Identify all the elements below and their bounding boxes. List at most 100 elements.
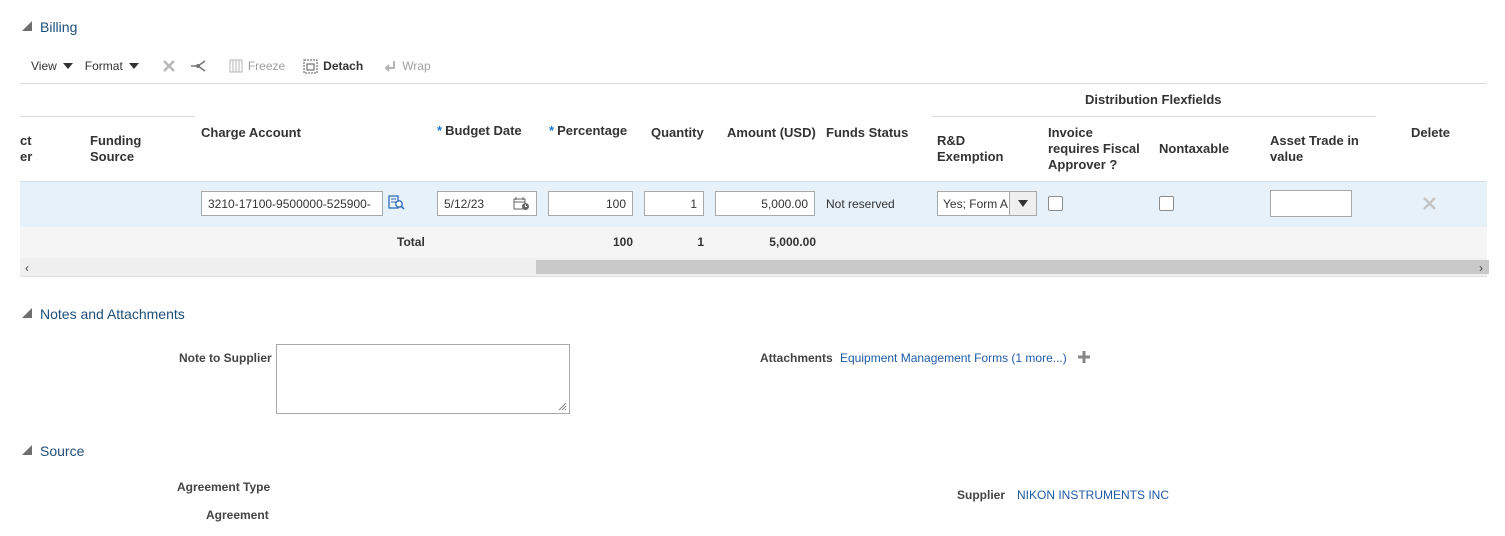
rd-exemption-line2: Exemption <box>937 149 1004 164</box>
billing-section-header[interactable]: Billing <box>22 19 77 35</box>
invoice-fiscal-line1: Invoice <box>1048 125 1093 140</box>
format-caret-icon <box>128 63 139 69</box>
supplier-link[interactable]: NIKON INSTRUMENTS INC <box>1017 488 1169 502</box>
scrollbar-thumb[interactable] <box>536 260 1489 274</box>
column-header-percentage[interactable]: * Percentage <box>549 123 627 139</box>
view-menu-label: View <box>31 59 57 73</box>
invoice-fiscal-line2: requires Fiscal <box>1048 141 1140 156</box>
attachments-link[interactable]: Equipment Management Forms (1 more...) <box>840 351 1067 365</box>
source-section-header[interactable]: Source <box>22 443 84 459</box>
format-menu[interactable]: Format <box>85 59 139 73</box>
note-to-supplier-label: Note to Supplier <box>179 351 272 365</box>
column-header-funding-source[interactable]: Funding Source <box>90 133 141 165</box>
agreement-type-label: Agreement Type <box>177 480 271 494</box>
quantity-value: 1 <box>690 196 697 211</box>
invoice-fiscal-approver-checkbox[interactable] <box>1048 196 1063 211</box>
rd-exemption-select[interactable]: Yes; Form A <box>937 191 1037 216</box>
budget-date-input[interactable]: 5/12/23 <box>437 191 537 216</box>
column-header-invoice-fiscal-approver[interactable]: Invoice requires Fiscal Approver ? <box>1048 125 1140 173</box>
column-header-budget-date[interactable]: * Budget Date <box>437 123 522 139</box>
agreement-label: Agreement <box>206 508 269 522</box>
column-header-quantity[interactable]: Quantity <box>651 125 704 141</box>
amount-value: 5,000.00 <box>761 196 808 211</box>
amount-input[interactable]: 5,000.00 <box>715 191 815 216</box>
calendar-icon[interactable] <box>513 196 530 211</box>
split-button[interactable] <box>189 58 207 74</box>
freeze-button[interactable]: Freeze <box>229 59 285 73</box>
collapse-triangle-icon[interactable] <box>22 308 32 318</box>
toolbar-divider <box>20 83 1487 84</box>
column-header-funds-status[interactable]: Funds Status <box>826 125 908 141</box>
format-menu-label: Format <box>84 59 123 73</box>
distribution-flexfields-header: Distribution Flexfields <box>1085 92 1222 107</box>
total-amount: 5,000.00 <box>769 235 816 249</box>
charge-account-value: 3210-17100-9500000-525900- <box>208 196 371 211</box>
detach-label: Detach <box>323 59 364 73</box>
charge-account-input[interactable]: 3210-17100-9500000-525900- <box>201 191 383 216</box>
wrap-label: Wrap <box>402 59 431 73</box>
funding-source-line2: Source <box>90 149 135 164</box>
funds-status-value: Not reserved <box>826 197 895 211</box>
scroll-right-arrow-icon[interactable]: › <box>1479 261 1483 275</box>
view-caret-icon <box>62 63 73 69</box>
required-marker: * <box>437 123 443 138</box>
column-header-delete[interactable]: Delete <box>1411 125 1450 141</box>
clear-x-icon <box>162 60 175 72</box>
header-divider-left <box>20 116 195 117</box>
total-label: Total <box>397 235 425 249</box>
horizontal-scrollbar[interactable]: ‹ › <box>20 258 1489 277</box>
note-to-supplier-textarea[interactable] <box>276 344 570 414</box>
rd-exemption-dropdown-button[interactable] <box>1008 192 1036 215</box>
collapse-triangle-icon[interactable] <box>22 21 32 31</box>
scroll-left-arrow-icon[interactable]: ‹ <box>25 261 29 275</box>
percentage-value: 100 <box>605 196 626 211</box>
rd-exemption-value: Yes; Form A <box>943 196 1008 211</box>
clear-button[interactable] <box>161 58 177 74</box>
charge-account-search-icon[interactable] <box>388 194 405 214</box>
asset-trade-line1: Asset Trade in <box>1270 133 1359 148</box>
nontaxable-checkbox[interactable] <box>1159 196 1174 211</box>
delete-x-icon <box>1423 197 1436 210</box>
column-header-asset-trade-in[interactable]: Asset Trade in value <box>1270 133 1359 165</box>
percentage-label: Percentage <box>557 123 628 138</box>
invoice-fiscal-line3: Approver ? <box>1048 157 1118 172</box>
column-header-charge-account[interactable]: Charge Account <box>201 125 301 141</box>
project-number-line1: ct <box>20 133 32 148</box>
column-header-amount[interactable]: Amount (USD) <box>727 125 816 141</box>
percentage-input[interactable]: 100 <box>548 191 633 216</box>
total-quantity: 1 <box>697 235 704 249</box>
asset-trade-line2: value <box>1270 149 1304 164</box>
required-marker: * <box>549 123 555 138</box>
project-number-line2: er <box>20 149 33 164</box>
rd-exemption-line1: R&D <box>937 133 966 148</box>
column-header-project-number[interactable]: ct er <box>20 133 32 165</box>
resize-handle-icon[interactable] <box>557 401 567 411</box>
billing-section-title: Billing <box>40 19 78 35</box>
notes-section-title: Notes and Attachments <box>40 306 185 322</box>
column-header-rd-exemption[interactable]: R&D Exemption <box>937 133 1003 165</box>
collapse-triangle-icon[interactable] <box>22 445 32 455</box>
wrap-button[interactable]: Wrap <box>383 59 431 73</box>
supplier-label: Supplier <box>957 488 1006 502</box>
plus-icon <box>1078 351 1090 363</box>
budget-date-label: Budget Date <box>445 123 522 138</box>
split-icon <box>190 60 206 72</box>
freeze-icon <box>229 59 243 73</box>
header-divider-flexfields <box>932 116 1376 117</box>
column-header-nontaxable[interactable]: Nontaxable <box>1159 141 1229 157</box>
budget-date-value: 5/12/23 <box>444 196 485 211</box>
attachments-label: Attachments <box>760 351 833 365</box>
total-percentage: 100 <box>612 235 633 249</box>
source-section-title: Source <box>40 443 85 459</box>
view-menu[interactable]: View <box>31 59 73 73</box>
asset-trade-in-input[interactable] <box>1270 190 1352 217</box>
delete-row-button[interactable] <box>1422 196 1437 214</box>
quantity-input[interactable]: 1 <box>644 191 704 216</box>
add-attachment-button[interactable] <box>1077 350 1091 367</box>
notes-section-header[interactable]: Notes and Attachments <box>22 306 185 322</box>
detach-button[interactable]: Detach <box>303 59 363 74</box>
detach-icon <box>303 59 318 73</box>
wrap-icon <box>384 61 396 72</box>
freeze-label: Freeze <box>247 59 286 73</box>
chevron-down-icon <box>1017 200 1028 207</box>
